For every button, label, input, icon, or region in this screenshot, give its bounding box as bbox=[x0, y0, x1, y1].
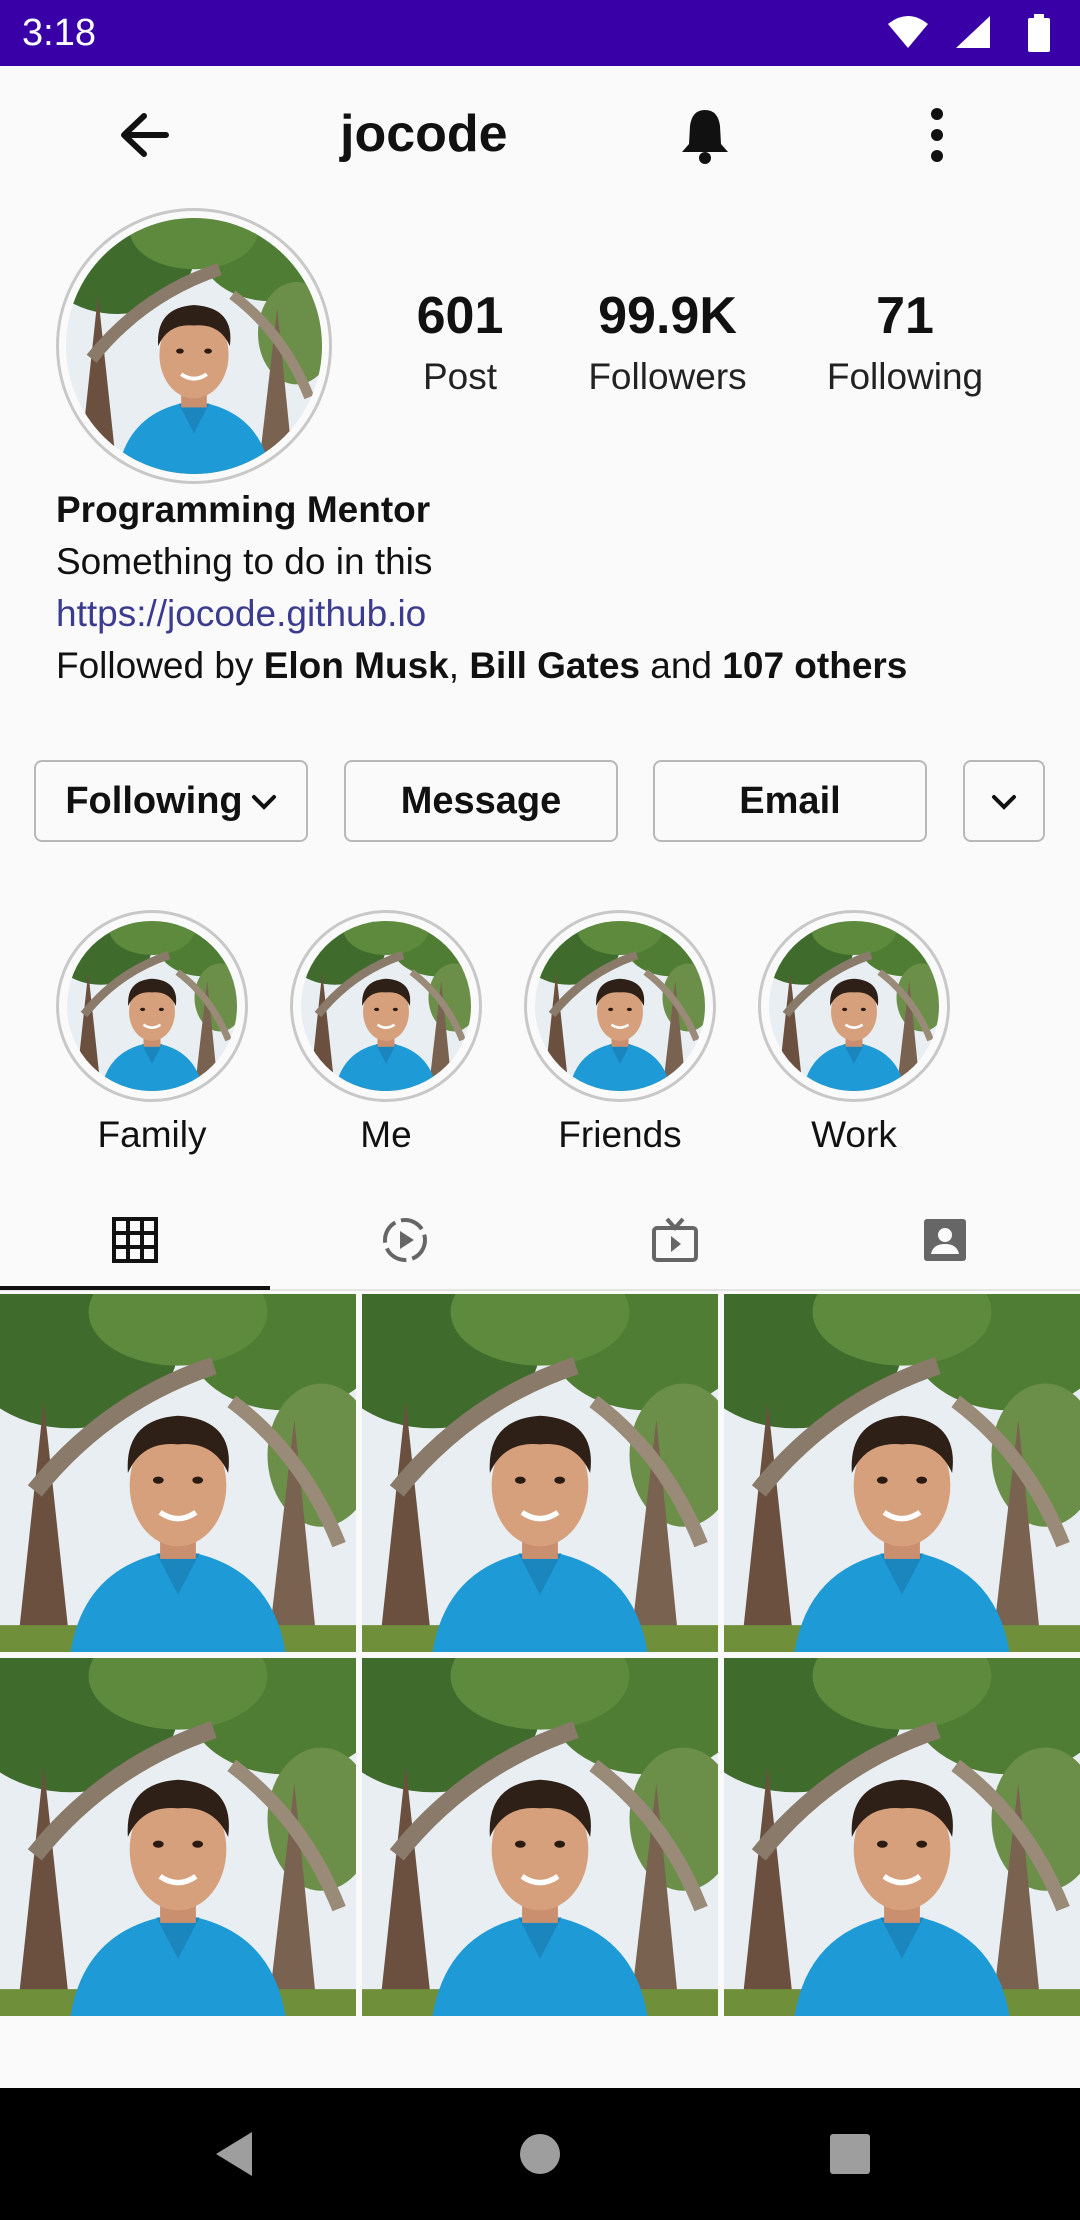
followed-user-2: Bill Gates bbox=[469, 645, 640, 686]
tab-indicator bbox=[0, 1286, 270, 1290]
grid-post[interactable] bbox=[362, 1294, 718, 1652]
stat-posts-label: Post bbox=[422, 356, 498, 397]
grid-post[interactable] bbox=[724, 1658, 1080, 2016]
highlight-ring bbox=[290, 910, 482, 1102]
bio-link[interactable]: https://jocode.github.io bbox=[56, 588, 1036, 640]
highlight-work[interactable]: Work bbox=[758, 910, 950, 1160]
grid-post[interactable] bbox=[724, 1294, 1080, 1652]
stat-following-value: 71 bbox=[876, 287, 934, 345]
post-photo bbox=[0, 1658, 356, 2016]
message-button-label: Message bbox=[400, 780, 562, 822]
tab-igtv[interactable] bbox=[540, 1200, 810, 1290]
suggestions-dropdown-button[interactable] bbox=[963, 760, 1045, 842]
highlight-photo bbox=[769, 921, 939, 1091]
highlight-photo bbox=[535, 921, 705, 1091]
highlight-photo bbox=[67, 921, 237, 1091]
following-button-label: Following bbox=[65, 780, 243, 822]
highlight-label: Me bbox=[360, 1114, 412, 1155]
highlight-label: Friends bbox=[558, 1114, 682, 1155]
bio-name: Programming Mentor bbox=[56, 489, 431, 530]
profile-username: jocode bbox=[340, 105, 508, 163]
chevron-down-icon bbox=[251, 794, 276, 810]
following-button[interactable]: Following bbox=[34, 760, 308, 842]
followed-user-1: Elon Musk bbox=[263, 645, 449, 686]
followed-by-prefix: Followed by bbox=[56, 645, 264, 686]
reels-icon bbox=[383, 1218, 427, 1262]
highlight-family[interactable]: Family bbox=[56, 910, 248, 1160]
chevron-down-icon bbox=[992, 794, 1016, 810]
status-time: 3:18 bbox=[22, 12, 96, 54]
highlight-ring bbox=[758, 910, 950, 1102]
post-photo bbox=[362, 1294, 718, 1652]
bell-icon[interactable] bbox=[670, 100, 740, 170]
followed-and: and bbox=[640, 645, 723, 686]
profile-bio: Programming Mentor Something to do in th… bbox=[56, 484, 1036, 692]
stat-following-label: Following bbox=[826, 356, 984, 397]
tab-reels[interactable] bbox=[270, 1200, 540, 1290]
highlight-label: Work bbox=[811, 1114, 897, 1155]
followed-sep: , bbox=[448, 645, 470, 686]
highlight-ring bbox=[524, 910, 716, 1102]
tab-tagged[interactable] bbox=[810, 1200, 1080, 1290]
cellular-signal-icon bbox=[956, 16, 990, 48]
stat-followers[interactable]: 99.9K Followers bbox=[570, 286, 765, 402]
post-photo bbox=[0, 1294, 356, 1652]
highlight-ring bbox=[56, 910, 248, 1102]
tagged-icon bbox=[924, 1219, 966, 1261]
post-photo bbox=[724, 1294, 1080, 1652]
top-app-bar: jocode bbox=[0, 66, 1080, 202]
followed-others: 107 others bbox=[722, 645, 908, 686]
back-arrow-icon[interactable] bbox=[110, 100, 180, 170]
tab-posts-grid[interactable] bbox=[0, 1200, 270, 1290]
post-photo bbox=[362, 1658, 718, 2016]
profile-tabs bbox=[0, 1200, 1080, 1290]
home-circle-icon[interactable] bbox=[504, 2118, 576, 2190]
igtv-icon bbox=[652, 1217, 698, 1262]
wifi-icon bbox=[888, 16, 928, 48]
profile-screen: 3:18 jocode 601 Post 99.9K Followers 71 … bbox=[0, 0, 1080, 2220]
grid-icon bbox=[112, 1217, 158, 1263]
more-vert-icon[interactable] bbox=[902, 100, 972, 170]
avatar-photo bbox=[66, 218, 322, 474]
followed-by[interactable]: Followed by Elon Musk, Bill Gates and 10… bbox=[56, 640, 1036, 692]
message-button[interactable]: Message bbox=[344, 760, 618, 842]
status-bar: 3:18 bbox=[0, 0, 1080, 66]
system-nav-bar bbox=[0, 2088, 1080, 2220]
stat-following[interactable]: 71 Following bbox=[810, 286, 1000, 402]
email-button[interactable]: Email bbox=[653, 760, 927, 842]
email-button-label: Email bbox=[739, 780, 841, 822]
highlight-friends[interactable]: Friends bbox=[524, 910, 716, 1160]
highlight-me[interactable]: Me bbox=[290, 910, 482, 1160]
profile-avatar[interactable] bbox=[56, 208, 332, 484]
highlight-label: Family bbox=[97, 1114, 207, 1155]
grid-post[interactable] bbox=[0, 1658, 356, 2016]
post-photo bbox=[724, 1658, 1080, 2016]
stat-followers-value: 99.9K bbox=[598, 287, 737, 345]
battery-icon bbox=[1028, 14, 1050, 52]
stat-posts-value: 601 bbox=[416, 287, 504, 345]
back-triangle-icon[interactable] bbox=[200, 2118, 272, 2190]
recents-square-icon[interactable] bbox=[814, 2118, 886, 2190]
grid-post[interactable] bbox=[0, 1294, 356, 1652]
stat-posts[interactable]: 601 Post bbox=[380, 286, 540, 402]
highlight-photo bbox=[301, 921, 471, 1091]
grid-post[interactable] bbox=[362, 1658, 718, 2016]
stat-followers-label: Followers bbox=[588, 356, 747, 397]
bio-text: Something to do in this bbox=[56, 541, 433, 582]
